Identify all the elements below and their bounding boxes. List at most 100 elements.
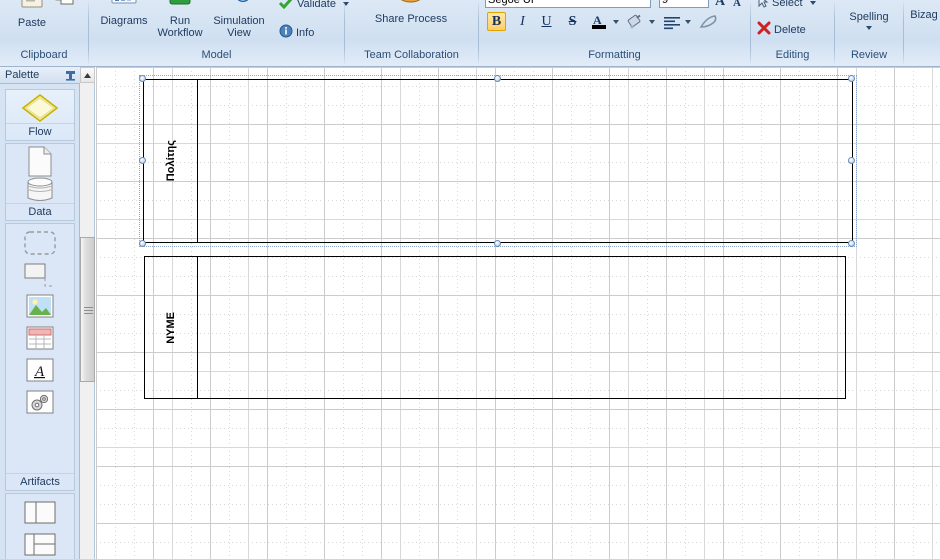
handle-bottom-left[interactable] [139, 240, 146, 247]
palette-section-label-data: Data [6, 203, 74, 220]
shrink-font-icon[interactable]: A [731, 0, 747, 11]
bizagi-process-modeler-window: Paste Clipboard Diagrams Run Workflow Si… [0, 0, 940, 559]
info-button-label: Info [296, 26, 315, 39]
palette-scrollbar[interactable] [80, 67, 95, 559]
handle-middle-left[interactable] [139, 157, 146, 164]
ribbon-group-label-formatting: Formatting [588, 49, 641, 61]
pin-icon[interactable] [65, 70, 76, 82]
spelling-chevron-down-icon[interactable] [866, 26, 872, 30]
lane-nyme[interactable]: ΝΥΜΕ [144, 256, 846, 399]
font-size-input[interactable] [659, 0, 709, 8]
share-process-button[interactable]: Share Process [363, 0, 459, 25]
palette-section-data[interactable]: Data [5, 143, 75, 221]
diagrams-button[interactable]: Diagrams [97, 0, 151, 27]
delete-button[interactable]: Delete [757, 21, 806, 38]
underline-icon: U [541, 13, 552, 29]
simulation-view-button[interactable]: Simulation View [209, 0, 269, 39]
ribbon-group-overflow: Bizag [904, 0, 940, 66]
scrollbar-grip-line [84, 313, 93, 314]
ribbon-group-clipboard: Paste Clipboard [0, 0, 88, 66]
data-object-shape[interactable] [27, 146, 53, 177]
fill-color-button[interactable] [625, 12, 647, 31]
spelling-button-label: Spelling [849, 11, 889, 23]
image-shape[interactable] [26, 294, 54, 320]
diagram-canvas[interactable]: Πολίτης ΝΥΜΕ [96, 67, 940, 559]
data-store-shape[interactable] [25, 177, 55, 203]
font-color-button[interactable]: A [589, 12, 611, 31]
bizagi-overflow-button[interactable]: Bizag [904, 0, 940, 21]
share-process-icon [363, 0, 459, 13]
select-button[interactable]: Select [757, 0, 816, 11]
align-chevron-down-icon[interactable] [685, 20, 691, 24]
run-workflow-button[interactable]: Run Workflow [155, 0, 205, 39]
handle-bottom-center[interactable] [494, 240, 501, 247]
lane-nyme-header[interactable]: ΝΥΜΕ [145, 257, 198, 398]
ribbon-group-label-clipboard: Clipboard [20, 49, 68, 61]
diagrams-button-label: Diagrams [100, 15, 148, 27]
scroll-up-arrow-icon[interactable] [80, 67, 95, 83]
palette-title: Palette [5, 69, 40, 81]
palette-section-flow[interactable]: Flow [5, 89, 75, 141]
italic-icon: I [520, 13, 525, 29]
clear-formatting-button[interactable] [697, 12, 719, 31]
ribbon-group-review: Spelling Review [835, 0, 903, 66]
table-shape[interactable] [26, 326, 54, 352]
grow-font-icon[interactable]: A [713, 0, 731, 9]
info-button[interactable]: Info [279, 24, 314, 41]
spelling-button[interactable]: Spelling [839, 0, 899, 30]
palette-section-swimlanes[interactable]: Swimlanes [5, 493, 75, 559]
svg-text:A: A [715, 0, 726, 7]
pool-shape[interactable] [23, 500, 57, 526]
share-process-button-label: Share Process [374, 13, 448, 25]
lane-politis[interactable]: Πολίτης [143, 79, 853, 243]
delete-button-label: Delete [774, 23, 806, 36]
font-color-chevron-down-icon[interactable] [613, 20, 619, 24]
ribbon-group-team-collaboration: Share Process Team Collaboration [345, 0, 478, 66]
strikethrough-button[interactable]: S [563, 12, 582, 31]
handle-middle-right[interactable] [848, 157, 855, 164]
italic-button[interactable]: I [513, 12, 532, 31]
gateway-diamond-shape[interactable] [20, 93, 60, 123]
handle-top-center[interactable] [494, 75, 501, 82]
scrollbar-grip-line [84, 307, 93, 308]
bizagi-cloud-icon [904, 0, 940, 9]
copy-icon [52, 0, 80, 11]
scrollbar-grip-line [84, 310, 93, 311]
lane-politis-header[interactable]: Πολίτης [144, 80, 198, 242]
align-text-button[interactable] [661, 12, 683, 31]
handle-top-right[interactable] [848, 75, 855, 82]
underline-button[interactable]: U [537, 12, 556, 31]
info-icon [279, 24, 293, 41]
text-shape[interactable]: A [26, 358, 54, 384]
font-name-input[interactable] [485, 0, 651, 8]
annotation-shape[interactable] [23, 262, 57, 292]
ribbon-group-label-model: Model [201, 49, 232, 61]
bizagi-overflow-label: Bizag [910, 9, 938, 21]
select-chevron-down-icon[interactable] [809, 1, 816, 5]
run-workflow-icon [155, 0, 205, 15]
palette-panel: Palette Flow Data A Artifacts [0, 67, 80, 559]
ribbon-group-label-editing: Editing [775, 49, 810, 61]
group-shape[interactable] [23, 230, 57, 256]
select-button-label: Select [772, 0, 803, 9]
custom-artifact-shape[interactable] [26, 390, 54, 416]
copy-button[interactable] [52, 0, 80, 11]
ribbon-group-model: Diagrams Run Workflow Simulation View Va… [89, 0, 349, 66]
ribbon-group-editing: Select Delete Editing [751, 0, 834, 66]
paste-icon [8, 0, 56, 17]
lane-shape[interactable] [23, 532, 57, 558]
bold-button[interactable]: B [487, 12, 506, 31]
paste-button[interactable]: Paste [8, 0, 56, 29]
fill-color-chevron-down-icon[interactable] [649, 20, 655, 24]
select-cursor-icon [757, 0, 769, 11]
validate-check-icon [278, 0, 294, 12]
lane-politis-title: Πολίτης [164, 140, 177, 182]
svg-text:A: A [733, 0, 741, 8]
scrollbar-thumb[interactable] [80, 237, 95, 382]
handle-top-left[interactable] [139, 75, 146, 82]
palette-section-artifacts[interactable]: A Artifacts [5, 223, 75, 491]
simulation-view-icon [209, 0, 269, 15]
validate-button[interactable]: Validate [278, 0, 349, 12]
palette-section-label-artifacts: Artifacts [6, 473, 74, 490]
handle-bottom-right[interactable] [848, 240, 855, 247]
